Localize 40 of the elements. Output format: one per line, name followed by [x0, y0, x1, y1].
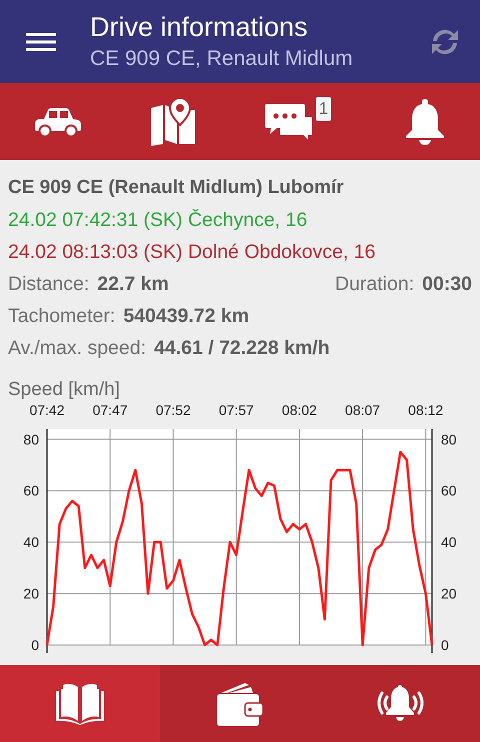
book-tab[interactable] — [0, 665, 160, 742]
x-tick-label: 07:47 — [92, 402, 128, 418]
speed-label: Av./max. speed: — [8, 336, 146, 361]
car-icon — [34, 106, 82, 136]
duration-value: 00:30 — [422, 272, 472, 297]
y-tick-label: 20 — [23, 586, 39, 602]
chart-title: Speed [km/h] — [8, 378, 121, 402]
x-tick-label: 08:07 — [345, 402, 380, 418]
x-tick-label: 07:42 — [29, 402, 65, 418]
screen-title: Drive informations — [90, 11, 309, 43]
y-tick-label: 0 — [31, 637, 39, 653]
y-tick-label: 40 — [441, 534, 457, 550]
distance-value: 22.7 km — [97, 272, 169, 297]
menu-icon[interactable] — [26, 30, 56, 52]
bell-icon — [404, 98, 446, 146]
y-tick-label: 60 — [441, 482, 457, 499]
y-tick-label: 60 — [23, 482, 39, 499]
map-pin-icon — [149, 98, 198, 146]
book-icon — [56, 682, 104, 724]
screen-subtitle: CE 909 CE, Renault Midlum — [90, 46, 354, 72]
end-location: 24.02 08:13:03 (SK) Dolné Obdokovce, 16 — [8, 240, 376, 265]
x-tick-label: 07:52 — [156, 402, 191, 418]
start-location: 24.02 07:42:31 (SK) Čechynce, 16 — [8, 208, 308, 233]
count-badge: 1 — [316, 96, 332, 120]
y-tick-label: 20 — [441, 586, 457, 602]
wallet-icon — [215, 680, 265, 726]
messages-tab[interactable]: 1 — [258, 92, 343, 152]
tachometer-value: 540439.72 km — [123, 304, 250, 329]
x-tick-label: 07:57 — [218, 402, 254, 418]
tachometer-label: Tachometer: — [8, 304, 116, 329]
x-tick-label: 08:02 — [282, 402, 317, 418]
drive-heading: CE 909 CE (Renault Midlum) Lubomír — [8, 176, 345, 200]
distance-label: Distance: — [8, 272, 90, 297]
x-tick-label: 08:12 — [408, 402, 444, 418]
y-tick-label: 80 — [23, 431, 39, 448]
y-tick-label: 80 — [441, 431, 457, 448]
y-tick-label: 0 — [441, 637, 449, 653]
duration-label: Duration: — [335, 272, 414, 297]
y-tick-label: 40 — [23, 534, 39, 550]
speed-value: 44.61 / 72.228 km/h — [154, 336, 330, 361]
